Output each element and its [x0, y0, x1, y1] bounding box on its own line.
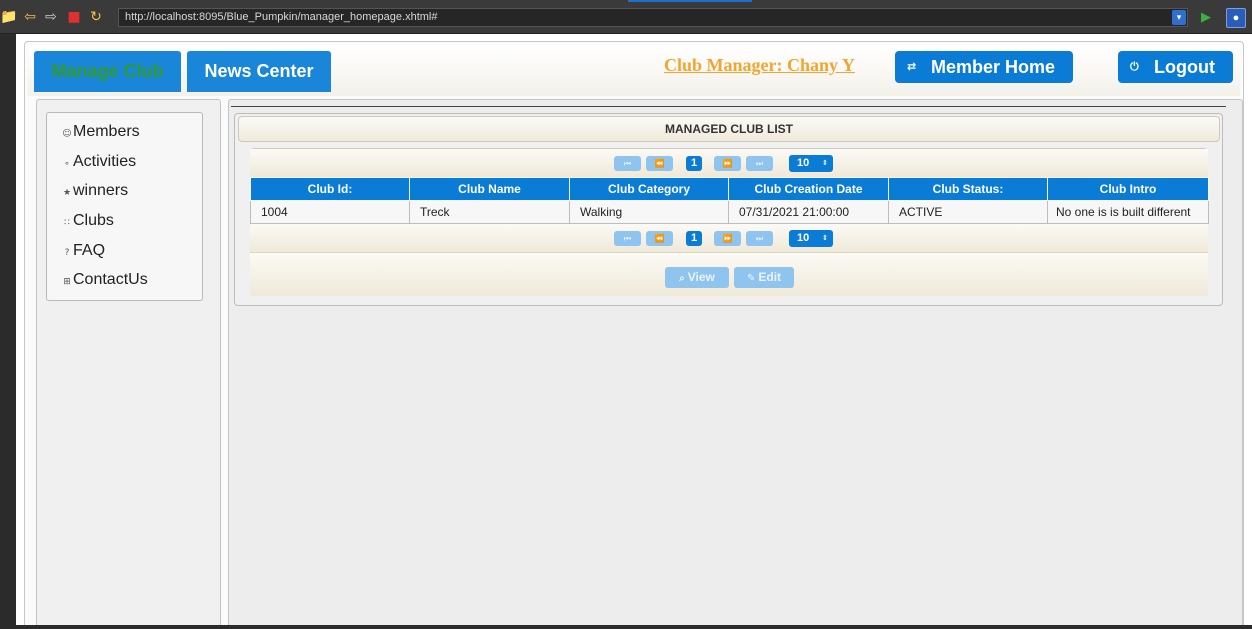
logout-label: Logout — [1154, 57, 1215, 77]
column-header-creation-date[interactable]: Club Creation Date — [728, 177, 889, 201]
rows-per-page-select[interactable]: 10 ⇕ — [789, 230, 833, 247]
edit-button[interactable]: ✎ Edit — [734, 267, 794, 288]
window-left-edge — [0, 34, 16, 629]
sidebar-item-label: FAQ — [73, 242, 106, 259]
refresh-icon[interactable]: ↻ — [88, 9, 104, 25]
member-home-label: Member Home — [931, 57, 1056, 77]
pencil-icon: ✎ — [746, 273, 756, 284]
sidebar-item-contactus[interactable]: ⊞ ContactUs — [61, 269, 148, 291]
cell-club-name: Treck — [409, 200, 570, 224]
tab-news-center[interactable]: News Center — [187, 51, 331, 92]
edit-label: Edit — [758, 270, 782, 284]
logout-button[interactable]: ⏻ Logout — [1118, 51, 1233, 83]
folder-icon[interactable]: 📁 — [0, 9, 17, 25]
cell-club-intro: No one is is built different — [1047, 200, 1209, 224]
power-icon: ⏻ — [1130, 60, 1139, 73]
next-page-icon[interactable]: ⏩ — [714, 156, 741, 171]
back-arrow-icon[interactable]: ⇦ — [22, 9, 38, 25]
cell-club-status: ACTIVE — [888, 200, 1048, 224]
paginator-bottom: ⏮ ⏪ 1 ⏩ ⏭ 10 ⇕ — [250, 224, 1208, 252]
sidebar-item-winners[interactable]: ★ winners — [61, 180, 128, 202]
link-icon: ∘ — [64, 159, 70, 169]
window-bottom-edge — [0, 625, 1252, 629]
search-icon: ⌕ — [679, 273, 685, 284]
sidebar-item-faq[interactable]: ? FAQ — [61, 240, 105, 262]
column-header-club-name[interactable]: Club Name — [409, 177, 570, 201]
member-home-button[interactable]: ⇄ Member Home — [895, 51, 1073, 83]
person-icon: ☺ — [62, 129, 72, 139]
forward-arrow-icon[interactable]: ⇨ — [43, 9, 59, 25]
view-label: View — [687, 270, 715, 284]
stop-icon[interactable]: ■ — [66, 9, 82, 25]
sidebar-item-members[interactable]: ☺Members — [61, 121, 140, 143]
sidebar-menu: ☺Members ∘ Activities ★ winners ∷ Clubs ? FA… — [46, 112, 203, 301]
cell-club-category: Walking — [569, 200, 729, 224]
prev-page-icon[interactable]: ⏪ — [646, 231, 673, 246]
browser-toolbar: 📁 ⇦ ⇨ ■ ↻ http://localhost:8095/Blue_Pum… — [0, 0, 1252, 34]
extension-icon[interactable]: ● — [1226, 8, 1246, 28]
sidebar-item-label: Activities — [73, 153, 137, 170]
contact-card-icon: ⊞ — [63, 277, 71, 287]
sidebar-item-label: winners — [73, 182, 129, 199]
sidebar-item-label: ContactUs — [73, 271, 148, 288]
club-list-title: MANAGED CLUB LIST — [238, 116, 1220, 142]
cell-club-id: 1004 — [250, 200, 410, 224]
go-icon[interactable]: ▶ — [1199, 10, 1213, 24]
cell-creation-date: 07/31/2021 21:00:00 — [728, 200, 889, 224]
current-page-button[interactable]: 1 — [686, 156, 702, 171]
url-dropdown-icon[interactable]: ▾ — [1172, 10, 1186, 25]
updown-icon: ⇕ — [822, 159, 828, 167]
current-page-button[interactable]: 1 — [686, 231, 702, 246]
sidebar-item-clubs[interactable]: ∷ Clubs — [61, 210, 114, 232]
view-button[interactable]: ⌕ View — [665, 267, 729, 288]
url-input[interactable]: http://localhost:8095/Blue_Pumpkin/manag… — [118, 8, 1188, 27]
sidebar-item-label: Clubs — [73, 212, 114, 229]
star-icon: ★ — [62, 188, 72, 198]
table-header-row: Club Id: Club Name Club Category Club Cr… — [250, 177, 1209, 201]
column-header-club-intro[interactable]: Club Intro — [1047, 177, 1209, 201]
last-page-icon[interactable]: ⏭ — [746, 156, 773, 171]
first-page-icon[interactable]: ⏮ — [614, 156, 641, 171]
next-page-icon[interactable]: ⏩ — [714, 231, 741, 246]
question-icon: ? — [64, 248, 70, 258]
paginator-top: ⏮ ⏪ 1 ⏩ ⏭ 10 ⇕ — [250, 149, 1208, 177]
club-manager-link[interactable]: Club Manager: Chany Y — [664, 55, 855, 76]
main-panel-divider — [231, 106, 1226, 108]
prev-page-icon[interactable]: ⏪ — [646, 156, 673, 171]
rows-per-page-value: 10 — [797, 157, 810, 169]
column-header-club-id[interactable]: Club Id: — [250, 177, 410, 201]
table-actions-footer: ⌕ View ✎ Edit — [250, 252, 1208, 296]
column-header-club-category[interactable]: Club Category — [569, 177, 729, 201]
tab-manage-club[interactable]: Manage Club — [34, 51, 181, 92]
rows-per-page-value: 10 — [797, 232, 810, 244]
rss-icon: ∷ — [64, 218, 70, 228]
active-tab-indicator — [628, 0, 752, 2]
web-page: Manage Club News Center Club Manager: Ch… — [16, 34, 1252, 629]
column-header-club-status[interactable]: Club Status: — [888, 177, 1048, 201]
first-page-icon[interactable]: ⏮ — [614, 231, 641, 246]
sidebar-item-label: Members — [73, 123, 140, 140]
swap-arrows-icon: ⇄ — [907, 60, 917, 73]
sidebar-item-activities[interactable]: ∘ Activities — [61, 151, 136, 173]
rows-per-page-select[interactable]: 10 ⇕ — [789, 155, 833, 172]
last-page-icon[interactable]: ⏭ — [746, 231, 773, 246]
table-row[interactable]: 1004 Treck Walking 07/31/2021 21:00:00 A… — [250, 200, 1209, 224]
updown-icon: ⇕ — [822, 234, 828, 242]
club-table: Club Id: Club Name Club Category Club Cr… — [250, 177, 1209, 224]
